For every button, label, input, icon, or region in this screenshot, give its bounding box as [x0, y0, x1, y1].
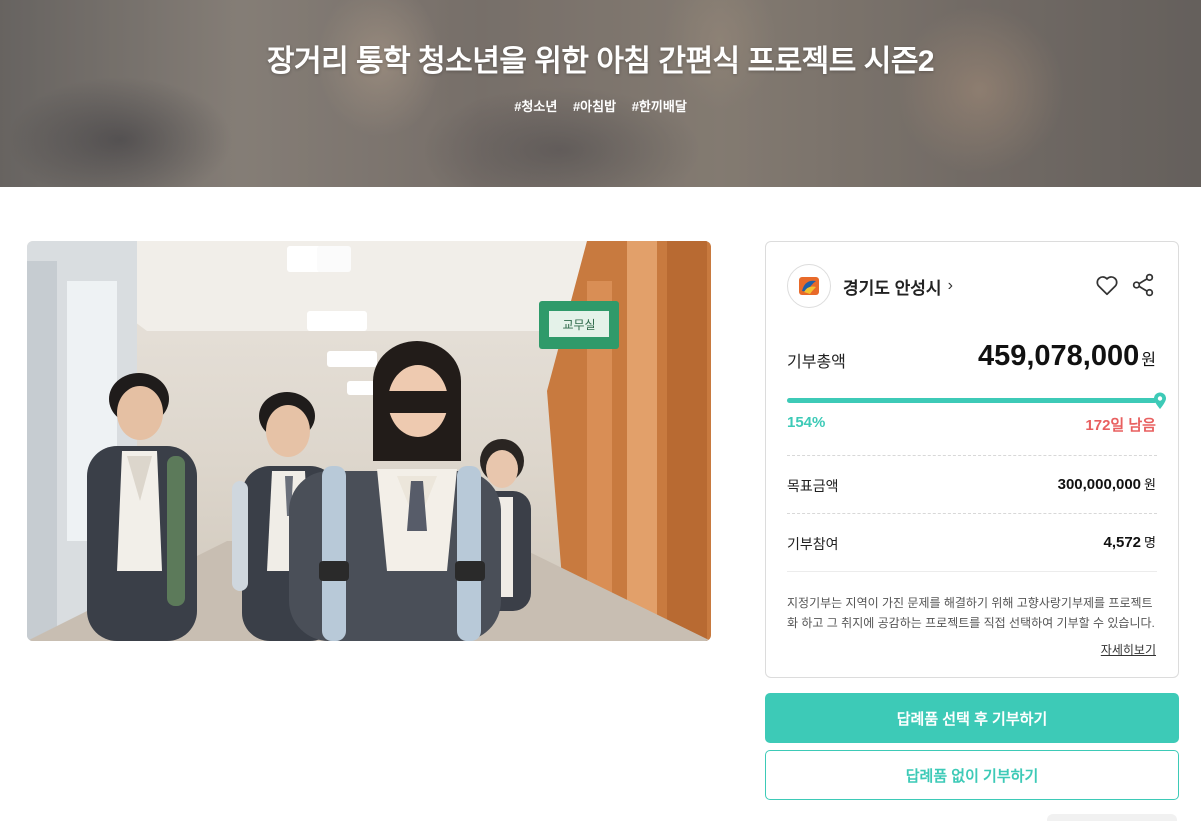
goal-amount: 300,000,000 원 — [1058, 474, 1156, 493]
floating-element-peek — [1047, 814, 1177, 821]
donation-summary-card: 경기도 안성시 › 기부총액 459,078,000 원 154% 172일 남음… — [765, 241, 1179, 678]
achievement-percent: 154% — [787, 414, 826, 431]
hashtag[interactable]: #청소년 — [514, 99, 557, 114]
total-donation-amount: 459,078,000 원 — [978, 340, 1156, 373]
chevron-right-icon: › — [947, 277, 953, 294]
hashtag[interactable]: #한끼배달 — [632, 99, 687, 114]
hallway-sign-text: 교무실 — [562, 318, 595, 332]
heart-icon[interactable] — [1094, 272, 1120, 298]
hashtag[interactable]: #아침밥 — [573, 99, 616, 114]
map-pin-icon — [1153, 392, 1167, 415]
donate-with-gift-button[interactable]: 답례품 선택 후 기부하기 — [765, 693, 1179, 743]
people-unit: 명 — [1144, 535, 1156, 550]
progress-bar-fill — [787, 398, 1157, 403]
hero-overlay — [0, 0, 1201, 187]
progress-bar — [787, 398, 1157, 403]
donate-without-gift-button[interactable]: 답례품 없이 기부하기 — [765, 750, 1179, 800]
organization-name: 경기도 안성시 — [843, 278, 942, 298]
currency-unit: 원 — [1144, 477, 1156, 492]
total-donation-number: 459,078,000 — [977, 340, 1140, 372]
hashtag-list: #청소년 #아침밥 #한끼배달 — [0, 96, 1201, 115]
hero-banner: 장거리 통학 청소년을 위한 아침 간편식 프로젝트 시즌2 #청소년 #아침밥… — [0, 0, 1201, 187]
goal-amount-number: 300,000,000 — [1057, 476, 1142, 493]
share-icon[interactable] — [1130, 272, 1156, 298]
participants-label: 기부참여 — [787, 536, 839, 552]
participants-number: 4,572 — [1103, 534, 1142, 551]
divider — [787, 571, 1157, 572]
days-remaining: 172일 남음 — [1085, 417, 1156, 434]
total-donation-label: 기부총액 — [787, 354, 846, 371]
organization-link[interactable]: 경기도 안성시 › — [787, 264, 953, 308]
project-photo: 교무실 — [27, 241, 711, 641]
page-title: 장거리 통학 청소년을 위한 아침 간편식 프로젝트 시즌2 — [266, 45, 935, 78]
more-info-link[interactable]: 자세히보기 — [1101, 641, 1156, 658]
organization-logo — [787, 264, 831, 308]
currency-unit: 원 — [1141, 352, 1156, 369]
designated-donation-notice: 지정기부는 지역이 가진 문제를 해결하기 위해 고향사랑기부제를 프로젝트화 … — [787, 596, 1155, 630]
divider — [787, 513, 1157, 514]
participants-count: 4,572 명 — [1103, 532, 1156, 551]
divider — [787, 455, 1157, 456]
goal-amount-label: 목표금액 — [787, 478, 839, 494]
